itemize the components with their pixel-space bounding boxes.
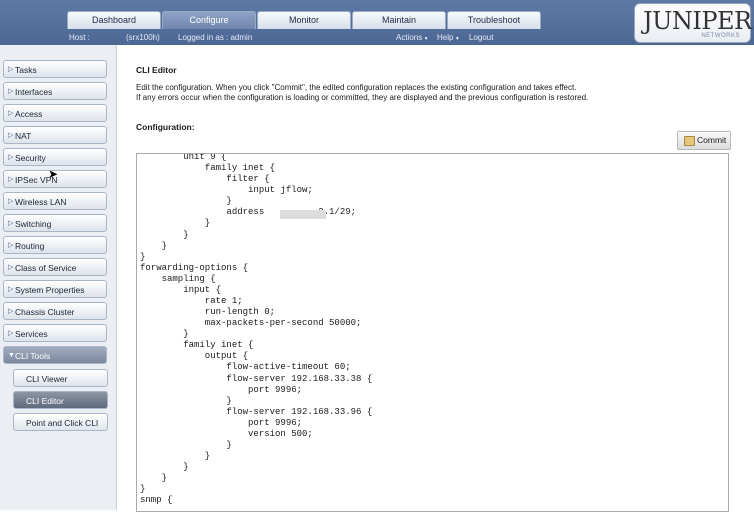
info-bar: Host : (srx100h) Logged in as : admin Ac… [0,30,630,45]
sidebar-item-label: Tasks [15,65,37,75]
sidebar-item-label: NAT [15,131,32,141]
triangle-right-icon: ▷ [8,198,14,205]
sidebar-item-label: Security [15,153,46,163]
sidebar-item-label: Class of Service [15,263,77,273]
sidebar-item-class-of-service[interactable]: ▷ Class of Service [3,258,107,276]
main-content: CLI Editor Edit the configuration. When … [117,45,754,512]
sidebar-subitem-cli-editor[interactable]: CLI Editor [13,391,108,409]
sidebar-item-tasks[interactable]: ▷ Tasks [3,60,107,78]
sidebar-item-label: Access [15,109,43,119]
triangle-right-icon: ▷ [8,264,14,271]
triangle-right-icon: ▷ [8,176,14,183]
chevron-down-icon: ▼ [453,36,460,42]
config-text: unit 9 { family inet { filter { input jf… [140,153,373,506]
sidebar-item-chassis-cluster[interactable]: ▷ Chassis Cluster [3,302,107,320]
tab-configure[interactable]: Configure [162,11,256,29]
triangle-right-icon: ▷ [8,286,14,293]
description-line: Edit the configuration. When you click "… [136,83,577,92]
sidebar-item-cli-tools[interactable]: ▼ CLI Tools [3,346,107,364]
triangle-right-icon: ▷ [8,66,14,73]
logo-sub: NETWORKS [701,33,740,39]
page-title: CLI Editor [136,65,177,75]
triangle-right-icon: ▷ [8,308,14,315]
triangle-right-icon: ▷ [8,330,14,337]
mouse-cursor-icon: ➤ [48,167,59,181]
host-label: Host : [69,33,90,42]
logo-text: JUNIPER [643,7,752,35]
page-description: Edit the configuration. When you click "… [136,83,736,103]
chevron-down-icon: ▼ [422,36,429,42]
sidebar-item-interfaces[interactable]: ▷ Interfaces [3,82,107,100]
sidebar-item-access[interactable]: ▷ Access [3,104,107,122]
config-editor-textarea[interactable]: unit 9 { family inet { filter { input jf… [136,153,729,512]
host-value: (srx100h) [126,33,160,42]
triangle-right-icon: ▷ [8,88,14,95]
sidebar-item-wireless-lan[interactable]: ▷ Wireless LAN [3,192,107,210]
tab-monitor[interactable]: Monitor [257,11,351,29]
sidebar-item-services[interactable]: ▷ Services [3,324,107,342]
juniper-logo: JUNIPER NETWORKS [634,3,752,43]
logout-link[interactable]: Logout [469,33,493,42]
sidebar-item-security[interactable]: ▷ Security [3,148,107,166]
actions-menu[interactable]: Actions ▼ [396,33,429,42]
sidebar-item-label: Chassis Cluster [15,307,75,317]
sidebar-item-label: Switching [15,219,52,229]
sidebar-item-label: Services [15,329,48,339]
sidebar-item-nat[interactable]: ▷ NAT [3,126,107,144]
sidebar-item-label: Wireless LAN [15,197,67,207]
top-header: Dashboard Configure Monitor Maintain Tro… [0,0,754,45]
triangle-right-icon: ▷ [8,242,14,249]
sidebar-item-label: Interfaces [15,87,53,97]
description-line: If any errors occur when the configurati… [136,93,589,102]
triangle-down-icon: ▼ [8,352,15,359]
commit-label: Commit [697,135,727,145]
triangle-right-icon: ▷ [8,154,14,161]
sidebar-subitem-point-and-click-cli[interactable]: Point and Click CLI [13,413,108,431]
tab-dashboard[interactable]: Dashboard [67,11,161,29]
commit-button[interactable]: Commit [677,131,731,150]
help-label: Help [437,33,454,42]
actions-label: Actions [396,33,423,42]
redacted-address [280,210,326,219]
triangle-right-icon: ▷ [8,220,14,227]
sidebar-item-routing[interactable]: ▷ Routing [3,236,107,254]
sidebar-item-label: Routing [15,241,45,251]
logged-in-text: Logged in as : admin [178,33,253,42]
sidebar-item-label: CLI Tools [15,351,51,361]
configuration-label: Configuration: [136,122,195,132]
tab-troubleshoot[interactable]: Troubleshoot [447,11,541,29]
commit-icon [684,136,695,146]
sidebar-subitem-cli-viewer[interactable]: CLI Viewer [13,369,108,387]
help-menu[interactable]: Help ▼ [437,33,460,42]
tab-maintain[interactable]: Maintain [352,11,446,29]
sidebar-item-switching[interactable]: ▷ Switching [3,214,107,232]
triangle-right-icon: ▷ [8,132,14,139]
triangle-right-icon: ▷ [8,110,14,117]
sidebar-item-system-properties[interactable]: ▷ System Properties [3,280,107,298]
sidebar: ▷ Tasks ▷ Interfaces ▷ Access ▷ NAT ▷ Securit… [0,45,117,510]
sidebar-item-label: System Properties [15,285,85,295]
